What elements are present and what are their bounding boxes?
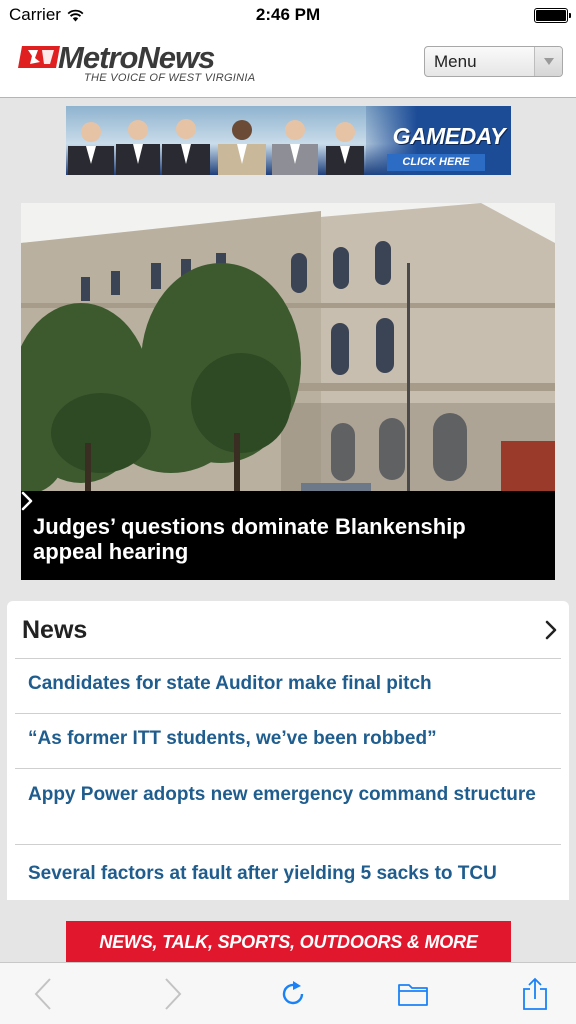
forward-button[interactable] [156, 977, 190, 1011]
dropdown-arrow-icon [534, 47, 562, 76]
chevron-right-icon [545, 620, 557, 640]
chevron-right-icon [21, 491, 33, 511]
news-item[interactable]: Candidates for state Auditor make final … [15, 659, 561, 714]
hero-photo [21, 203, 555, 491]
status-bar: Carrier 2:46 PM [0, 0, 576, 30]
site-header: MetroNews THE VOICE OF WEST VIRGINIA Men… [0, 30, 576, 98]
browser-toolbar [0, 962, 576, 1024]
menu-label: Menu [434, 51, 477, 71]
reload-button[interactable] [276, 977, 310, 1011]
forward-icon [165, 978, 182, 1010]
hero-story[interactable]: Judges’ questions dominate Blankenship a… [21, 203, 555, 580]
bookmarks-icon [398, 984, 428, 1006]
share-button[interactable] [518, 977, 552, 1011]
clock: 2:46 PM [255, 5, 321, 24]
hosts-photo [68, 119, 364, 175]
hero-caption: Judges’ questions dominate Blankenship a… [21, 491, 555, 580]
news-item[interactable]: “As former ITT students, we’ve been robb… [15, 714, 561, 769]
news-section: News Candidates for state Auditor make f… [7, 601, 569, 900]
battery-icon [534, 8, 571, 23]
news-item[interactable]: Several factors at fault after yielding … [15, 845, 561, 901]
gameday-ad-banner[interactable]: GAMEDAY CLICK HERE [66, 106, 511, 175]
hero-headline: Judges’ questions dominate Blankenship a… [33, 514, 466, 564]
news-item[interactable]: Appy Power adopts new emergency command … [15, 769, 561, 845]
news-section-header[interactable]: News [15, 601, 561, 659]
news-section-title: News [22, 616, 88, 644]
logo-name: MetroNews [58, 40, 215, 75]
share-icon [523, 977, 547, 1010]
ad-title: GAMEDAY [392, 123, 506, 149]
logo-mark-icon [18, 46, 60, 68]
news-list: Candidates for state Auditor make final … [15, 659, 561, 901]
promo-banner[interactable]: NEWS, TALK, SPORTS, OUTDOORS & MORE [66, 921, 511, 963]
bookmarks-button[interactable] [396, 977, 430, 1011]
logo-tagline: THE VOICE OF WEST VIRGINIA [84, 72, 256, 84]
menu-dropdown[interactable]: Menu [424, 46, 563, 77]
back-button[interactable] [26, 977, 60, 1011]
reload-icon [282, 981, 304, 1005]
ad-cta: CLICK HERE [387, 154, 485, 171]
back-icon [34, 978, 51, 1010]
